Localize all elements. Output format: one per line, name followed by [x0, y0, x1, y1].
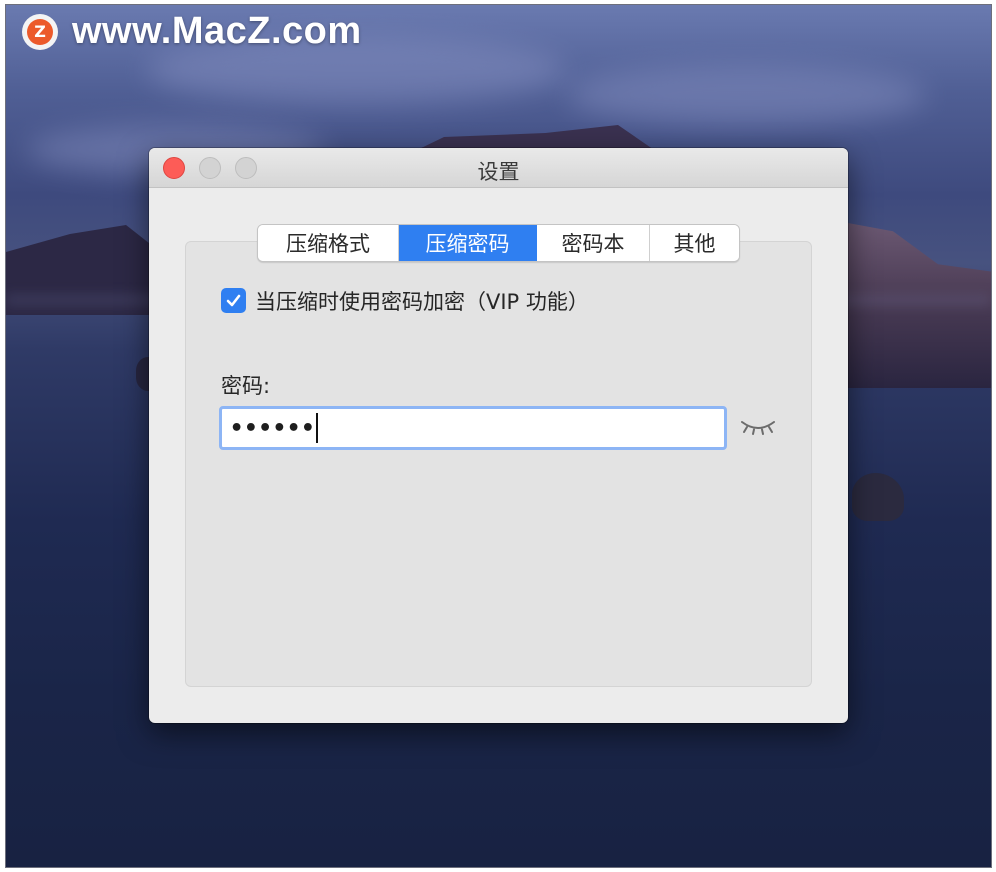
settings-window: 设置 压缩格式 压缩密码 密码本 其他 当压缩时使用密码加密（VIP 功能） 密…: [149, 148, 848, 723]
watermark: Z www.MacZ.com: [22, 10, 362, 53]
eye-closed-icon[interactable]: [740, 416, 776, 436]
tab-password-book[interactable]: 密码本: [537, 225, 650, 261]
checkmark-icon: [226, 294, 241, 307]
mountain: [848, 223, 991, 388]
password-value: ••••••: [230, 415, 316, 441]
tab-bar: 压缩格式 压缩密码 密码本 其他: [257, 224, 740, 262]
watermark-text: www.MacZ.com: [72, 10, 362, 52]
window-title: 设置: [477, 160, 520, 184]
cloud: [566, 65, 926, 125]
tab-compress-format[interactable]: 压缩格式: [258, 225, 399, 261]
titlebar[interactable]: 设置: [149, 148, 848, 188]
text-cursor: [316, 413, 319, 443]
tab-compress-password[interactable]: 压缩密码: [399, 225, 537, 261]
watermark-logo-icon: Z: [22, 13, 58, 50]
password-field[interactable]: ••••••: [219, 406, 727, 450]
encrypt-checkbox[interactable]: [221, 288, 246, 313]
password-label: 密码:: [221, 374, 271, 398]
watermark-logo-letter: Z: [27, 18, 53, 45]
encrypt-checkbox-label[interactable]: 当压缩时使用密码加密（VIP 功能）: [255, 286, 589, 316]
tab-other[interactable]: 其他: [650, 225, 739, 261]
rock: [852, 473, 904, 521]
